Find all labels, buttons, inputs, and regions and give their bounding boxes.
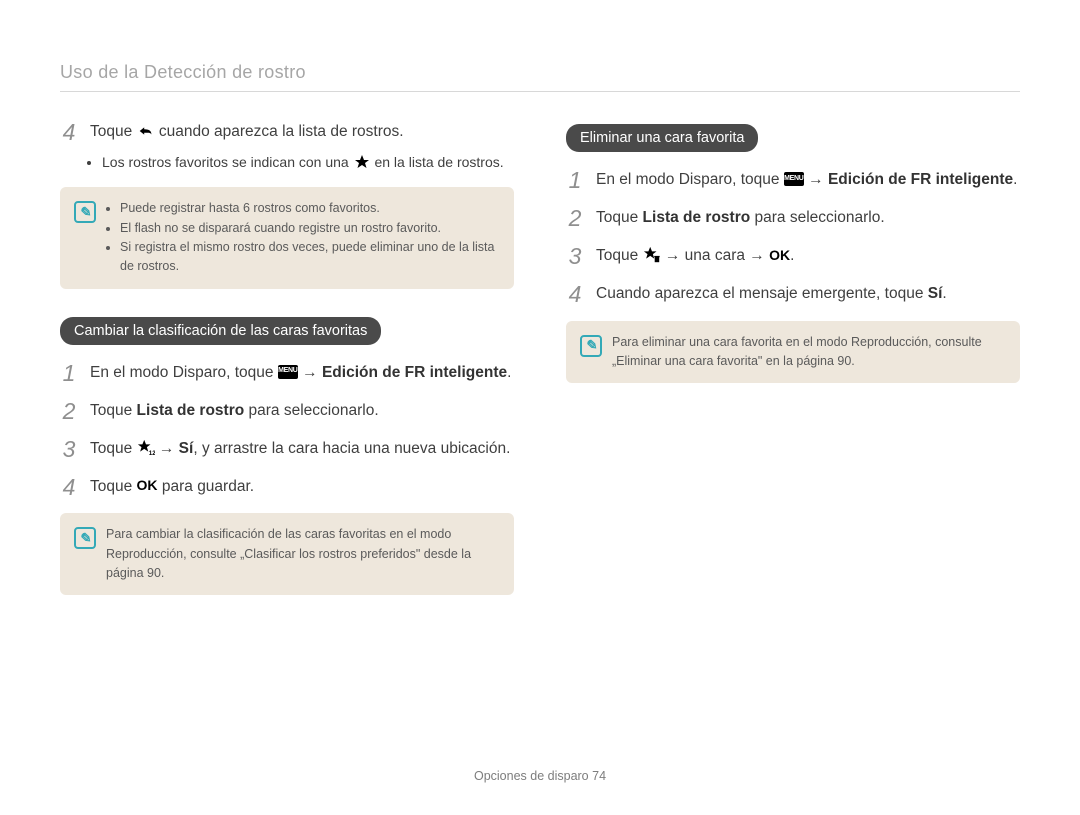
note-box: ✎ Para eliminar una cara favorita en el … <box>566 321 1020 384</box>
step-2-container: 2 Toque Lista de rostro para seleccionar… <box>60 399 514 423</box>
note-item: Puede registrar hasta 6 rostros como fav… <box>120 199 500 218</box>
note-list: Puede registrar hasta 6 rostros como fav… <box>106 199 500 277</box>
note-icon: ✎ <box>74 527 96 549</box>
text: , y arrastre la cara hacia una nueva ubi… <box>193 440 510 457</box>
note-text: Para eliminar una cara favorita en el mo… <box>612 333 1006 372</box>
step-body: Toque 123 → Sí, y arrastre la cara hacia… <box>90 437 514 461</box>
svg-text:123: 123 <box>148 450 154 457</box>
arrow-icon: → <box>159 440 179 457</box>
step-number: 3 <box>566 244 584 268</box>
text: En el modo Disparo, toque <box>90 364 278 381</box>
step-4-container: 4 Cuando aparezca el mensaje emergente, … <box>566 282 1020 306</box>
text: Toque <box>90 402 137 419</box>
text: para guardar. <box>162 478 254 495</box>
note-text: Para cambiar la clasificación de las car… <box>106 525 500 583</box>
note-box: ✎ Para cambiar la clasificación de las c… <box>60 513 514 595</box>
text-bold: Sí <box>928 285 943 302</box>
note-item: Si registra el mismo rostro dos veces, p… <box>120 238 500 277</box>
step-4b-container: 4 Toque OK para guardar. <box>60 475 514 499</box>
step-body: En el modo Disparo, toque MENU → Edición… <box>596 168 1020 192</box>
note-icon: ✎ <box>580 335 602 357</box>
text: Toque <box>596 247 643 264</box>
text: Toque <box>90 440 137 457</box>
note-item: El flash no se disparará cuando registre… <box>120 219 500 238</box>
text: Los rostros favoritos se indican con una <box>102 154 353 170</box>
right-column: Eliminar una cara favorita 1 En el modo … <box>566 120 1020 619</box>
left-column: 4 Toque cuando aparezca la lista de rost… <box>60 120 514 619</box>
menu-icon: MENU <box>784 172 804 186</box>
back-icon <box>137 123 155 139</box>
step-2-container: 2 Toque Lista de rostro para seleccionar… <box>566 206 1020 230</box>
section-pill-delete-favorite: Eliminar una cara favorita <box>566 124 758 152</box>
page-footer: Opciones de disparo 74 <box>0 769 1080 783</box>
star-delete-icon <box>643 247 661 263</box>
text: cuando aparezca la lista de rostros. <box>159 123 404 140</box>
step-body: Toque → una cara → OK. <box>596 244 1020 268</box>
text: . <box>507 364 511 381</box>
text: Cuando aparezca el mensaje emergente, to… <box>596 285 928 302</box>
star-rank-icon: 123 <box>137 440 155 456</box>
step-number: 4 <box>60 120 78 144</box>
step-number: 4 <box>566 282 584 306</box>
text: . <box>790 247 794 264</box>
text: para seleccionarlo. <box>244 402 378 419</box>
section-pill-change-rank: Cambiar la clasificación de las caras fa… <box>60 317 381 345</box>
step-body: Toque Lista de rostro para seleccionarlo… <box>90 399 514 423</box>
step-body: En el modo Disparo, toque MENU → Edición… <box>90 361 514 385</box>
bullet-list: Los rostros favoritos se indican con una… <box>60 152 514 173</box>
star-icon <box>353 154 371 170</box>
text: Toque <box>90 123 137 140</box>
text: para seleccionarlo. <box>750 209 884 226</box>
text: Toque <box>90 478 137 495</box>
text-bold: Edición de FR inteligente <box>322 364 507 381</box>
text: Toque <box>596 209 643 226</box>
text-bold: Sí <box>179 440 194 457</box>
text-bold: Edición de FR inteligente <box>828 171 1013 188</box>
note-box: ✎ Puede registrar hasta 6 rostros como f… <box>60 187 514 289</box>
step-body: Toque cuando aparezca la lista de rostro… <box>90 120 514 144</box>
step-body: Toque OK para guardar. <box>90 475 514 499</box>
step-4-container: 4 Toque cuando aparezca la lista de rost… <box>60 120 514 144</box>
list-item: Los rostros favoritos se indican con una… <box>102 152 514 173</box>
text-bold: Lista de rostro <box>643 209 751 226</box>
columns: 4 Toque cuando aparezca la lista de rost… <box>60 120 1020 619</box>
ok-icon: OK <box>137 478 158 494</box>
text: En el modo Disparo, toque <box>596 171 784 188</box>
ok-icon: OK <box>769 247 790 263</box>
text: . <box>942 285 946 302</box>
arrow-icon: → <box>808 171 828 188</box>
text: . <box>1013 171 1017 188</box>
step-number: 1 <box>566 168 584 192</box>
arrow-icon: → <box>302 364 322 381</box>
step-number: 1 <box>60 361 78 385</box>
title-rule <box>60 91 1020 92</box>
step-3-container: 3 Toque 123 → Sí, y arrastre la cara hac… <box>60 437 514 461</box>
note-icon: ✎ <box>74 201 96 223</box>
arrow-icon: → una cara → <box>665 247 769 264</box>
page-title: Uso de la Detección de rostro <box>60 62 1020 83</box>
text: en la lista de rostros. <box>374 154 503 170</box>
step-body: Cuando aparezca el mensaje emergente, to… <box>596 282 1020 306</box>
menu-icon: MENU <box>278 365 298 379</box>
step-number: 3 <box>60 437 78 461</box>
step-1-container: 1 En el modo Disparo, toque MENU → Edici… <box>60 361 514 385</box>
step-body: Toque Lista de rostro para seleccionarlo… <box>596 206 1020 230</box>
page: Uso de la Detección de rostro 4 Toque cu… <box>0 0 1080 649</box>
text-bold: Lista de rostro <box>137 402 245 419</box>
step-number: 2 <box>566 206 584 230</box>
step-3-container: 3 Toque → una cara → OK. <box>566 244 1020 268</box>
step-number: 2 <box>60 399 78 423</box>
step-1-container: 1 En el modo Disparo, toque MENU → Edici… <box>566 168 1020 192</box>
step-number: 4 <box>60 475 78 499</box>
